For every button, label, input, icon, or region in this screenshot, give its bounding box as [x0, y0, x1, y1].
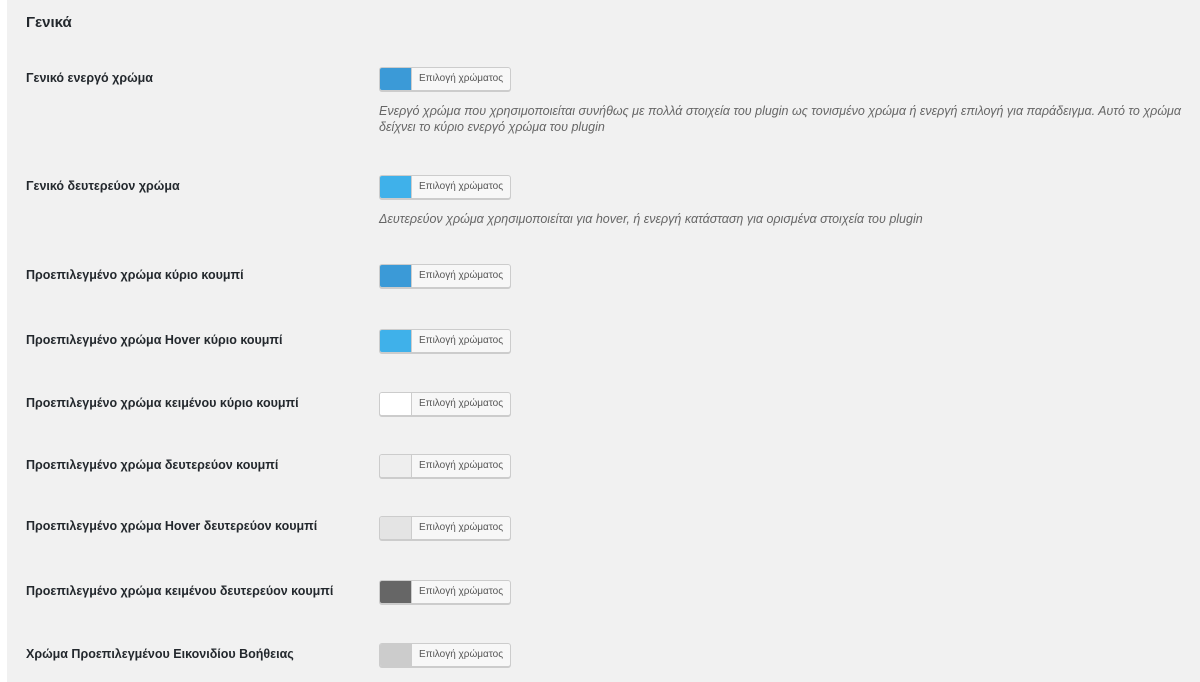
section-title: Γενικά: [26, 14, 72, 31]
label-help-icon-color: Χρώμα Προεπιλεγμένου Εικονιδίου Βοήθειας: [26, 647, 294, 661]
color-picker-general-secondary[interactable]: Επιλογή χρώματος: [379, 175, 512, 199]
color-picker-primary-button[interactable]: Επιλογή χρώματος: [379, 264, 512, 288]
description-general-active-color: Ενεργό χρώμα που χρησιμοποιείται συνήθως…: [379, 104, 1182, 134]
color-picker-label: Επιλογή χρώματος: [419, 73, 504, 84]
color-picker-general-active[interactable]: Επιλογή χρώματος: [379, 67, 512, 91]
color-swatch: [380, 68, 412, 90]
color-picker-help-icon[interactable]: Επιλογή χρώματος: [379, 643, 512, 667]
color-picker-secondary-button[interactable]: Επιλογή χρώματος: [379, 454, 512, 478]
color-picker-secondary-button-hover[interactable]: Επιλογή χρώματος: [379, 516, 512, 540]
color-picker-label: Επιλογή χρώματος: [419, 460, 504, 471]
color-picker-label: Επιλογή χρώματος: [419, 649, 504, 660]
color-swatch: [380, 393, 412, 415]
color-swatch: [380, 581, 412, 603]
color-swatch: [380, 176, 412, 198]
color-swatch: [380, 330, 412, 352]
color-picker-label: Επιλογή χρώματος: [419, 586, 504, 597]
label-primary-button-color: Προεπιλεγμένο χρώμα κύριο κουμπί: [26, 268, 244, 282]
color-picker-label: Επιλογή χρώματος: [419, 181, 504, 192]
color-picker-primary-button-hover[interactable]: Επιλογή χρώματος: [379, 329, 512, 353]
label-general-secondary-color: Γενικό δευτερεύον χρώμα: [26, 179, 180, 193]
description-general-secondary-color: Δευτερεύον χρώμα χρησιμοποιείται για hov…: [379, 212, 923, 226]
color-swatch: [380, 265, 412, 287]
color-picker-label: Επιλογή χρώματος: [419, 398, 504, 409]
color-picker-primary-button-text[interactable]: Επιλογή χρώματος: [379, 392, 512, 416]
label-primary-button-text-color: Προεπιλεγμένο χρώμα κειμένου κύριο κουμπ…: [26, 396, 299, 410]
color-picker-label: Επιλογή χρώματος: [419, 335, 504, 346]
color-picker-secondary-button-text[interactable]: Επιλογή χρώματος: [379, 580, 512, 604]
label-secondary-button-color: Προεπιλεγμένο χρώμα δευτερεύον κουμπί: [26, 458, 279, 472]
label-secondary-button-text-color: Προεπιλεγμένο χρώμα κειμένου δευτερεύον …: [26, 584, 334, 598]
label-secondary-button-hover-color: Προεπιλεγμένο χρώμα Hover δευτερεύον κου…: [26, 519, 318, 533]
color-swatch: [380, 517, 412, 539]
color-picker-label: Επιλογή χρώματος: [419, 270, 504, 281]
settings-panel: Γενικά Γενικό ενεργό χρώμα Επιλογή χρώμα…: [7, 0, 1200, 682]
color-picker-label: Επιλογή χρώματος: [419, 522, 504, 533]
label-general-active-color: Γενικό ενεργό χρώμα: [26, 71, 153, 85]
label-primary-button-hover-color: Προεπιλεγμένο χρώμα Hover κύριο κουμπί: [26, 333, 283, 347]
color-swatch: [380, 644, 412, 666]
color-swatch: [380, 455, 412, 477]
